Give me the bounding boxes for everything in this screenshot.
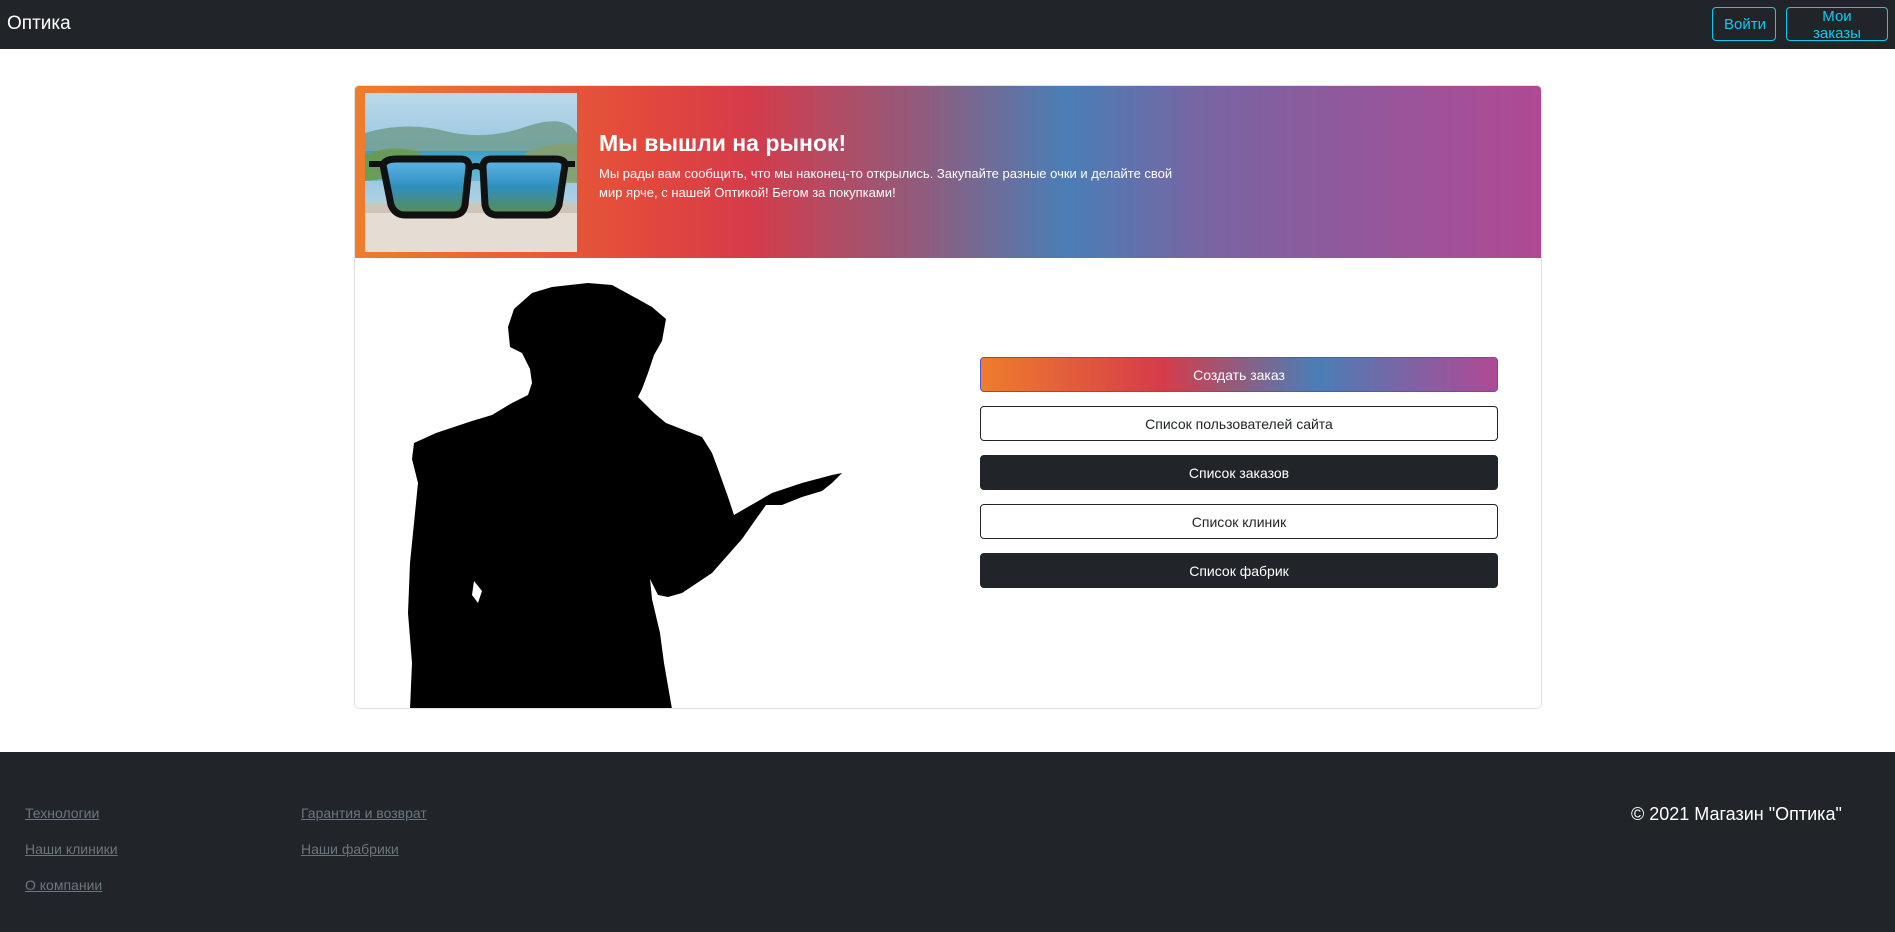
presenter-silhouette-image <box>402 283 842 708</box>
brand-link[interactable]: Оптика <box>7 13 71 35</box>
site-users-list-button[interactable]: Список пользователей сайта <box>980 406 1498 441</box>
clinics-list-button[interactable]: Список клиник <box>980 504 1498 539</box>
my-orders-button[interactable]: Мои заказы <box>1786 7 1888 42</box>
footer-link-our-factories[interactable]: Наши фабрики <box>301 841 399 857</box>
footer-link-about-company[interactable]: О компании <box>25 877 102 893</box>
login-button[interactable]: Войти <box>1712 7 1776 41</box>
copyright-text: © 2021 Магазин "Оптика" <box>1631 804 1842 824</box>
glasses-landscape-image <box>365 93 577 252</box>
banner-title: Мы вышли на рынок! <box>599 130 847 156</box>
footer-link-our-clinics[interactable]: Наши клиники <box>25 841 118 857</box>
banner-text: Мы рады вам сообщить, что мы наконец-то … <box>599 166 1173 200</box>
orders-list-button[interactable]: Список заказов <box>980 455 1498 490</box>
footer: Технологии Наши клиники О компании Гаран… <box>0 752 1895 932</box>
top-navbar: Оптика Войти Мои заказы <box>0 0 1895 49</box>
footer-link-technologies[interactable]: Технологии <box>25 805 99 821</box>
factories-list-button[interactable]: Список фабрик <box>980 553 1498 588</box>
main-card: Мы вышли на рынок! Мы рады вам сообщить,… <box>354 85 1542 709</box>
promo-banner: Мы вышли на рынок! Мы рады вам сообщить,… <box>355 86 1541 258</box>
footer-link-warranty-returns[interactable]: Гарантия и возврат <box>301 805 427 821</box>
create-order-button[interactable]: Создать заказ <box>980 357 1498 392</box>
